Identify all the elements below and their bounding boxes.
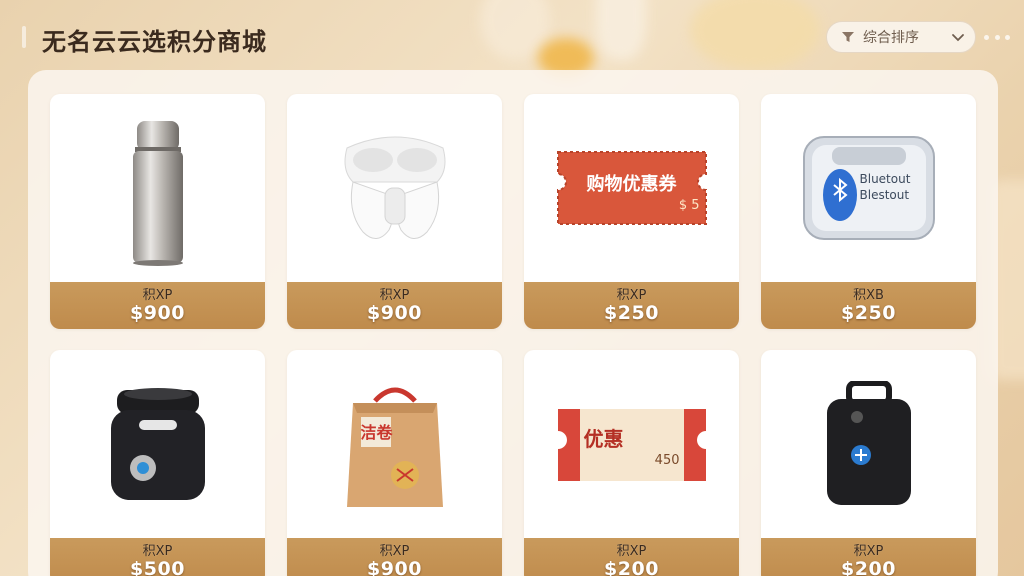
points-label: 积XP [616, 544, 647, 559]
thermos-bottle-icon [50, 94, 265, 282]
price-value: $250 [841, 302, 896, 324]
background-decor [690, 0, 820, 70]
more-options-button[interactable] [984, 27, 1010, 47]
more-dot [1005, 34, 1010, 40]
case-label: Bluetout Blestout [859, 172, 911, 202]
title-accent-bar [22, 26, 26, 48]
price-band: 积XP $250 [524, 282, 739, 329]
ticket-title: 优惠 [583, 427, 624, 451]
coupon-title: 购物优惠券 [586, 174, 677, 195]
price-value: $250 [604, 302, 659, 324]
product-card[interactable]: 优惠 450 积XP $200 [524, 350, 739, 576]
product-card[interactable]: 洁卷 积XP $900 [287, 350, 502, 576]
background-decor [596, 0, 646, 60]
chevron-down-icon [951, 30, 965, 44]
price-band: 积XP $500 [50, 538, 265, 576]
price-band: 积XP $900 [50, 282, 265, 329]
price-band: 积XP $200 [524, 538, 739, 576]
coupon-value: $ 5 [678, 198, 700, 213]
points-label: 积XB [853, 288, 884, 303]
more-dot [994, 34, 1000, 40]
discount-ticket-icon: 优惠 450 [524, 350, 739, 538]
sort-filter-dropdown[interactable]: 综合排序 [826, 21, 976, 53]
more-dot [984, 34, 989, 40]
product-card[interactable]: 购物优惠券 $ 5 积XP $250 [524, 94, 739, 329]
product-card[interactable]: Bluetout Blestout 积XB $250 [761, 94, 976, 329]
insulated-food-jar-icon [50, 350, 265, 538]
price-value: $200 [841, 558, 896, 576]
gift-bag-label: 洁卷 [360, 423, 393, 442]
wireless-earbuds-icon [287, 94, 502, 282]
sort-filter-label: 综合排序 [863, 30, 919, 46]
product-card[interactable]: 积XP $500 [50, 350, 265, 576]
points-label: 积XP [379, 544, 410, 559]
price-value: $900 [130, 302, 185, 324]
price-value: $200 [604, 558, 659, 576]
product-grid: 积XP $900 积XP $900 购物优惠券 $ 5 积XP $250 Blu… [50, 94, 976, 576]
price-value: $900 [367, 558, 422, 576]
product-card[interactable]: 积XP $900 [287, 94, 502, 329]
points-label: 积XP [142, 544, 173, 559]
points-label: 积XP [142, 288, 173, 303]
price-value: $900 [367, 302, 422, 324]
bluetooth-earbuds-case-icon: Bluetout Blestout [761, 94, 976, 282]
product-card[interactable]: 积XP $900 [50, 94, 265, 329]
page-title: 无名云云选积分商城 [42, 28, 267, 56]
price-band: 积XP $200 [761, 538, 976, 576]
product-card[interactable]: 积XP $200 [761, 350, 976, 576]
gift-bag-icon: 洁卷 [287, 350, 502, 538]
bluetooth-tracker-icon [761, 350, 976, 538]
points-label: 积XP [379, 288, 410, 303]
price-band: 积XP $900 [287, 282, 502, 329]
points-label: 积XP [616, 288, 647, 303]
shopping-coupon-icon: 购物优惠券 $ 5 [524, 94, 739, 282]
price-value: $500 [130, 558, 185, 576]
points-label: 积XP [853, 544, 884, 559]
price-band: 积XB $250 [761, 282, 976, 329]
filter-icon [841, 30, 855, 44]
ticket-value: 450 [654, 453, 680, 468]
price-band: 积XP $900 [287, 538, 502, 576]
